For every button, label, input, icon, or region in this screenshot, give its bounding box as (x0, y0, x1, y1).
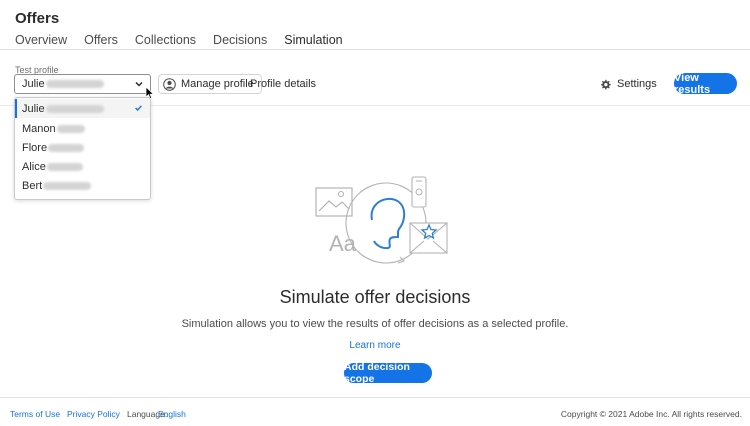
gear-icon (601, 79, 611, 90)
checkmark-icon (135, 105, 142, 111)
profile-dropdown-menu: Julie Manon Flore Alice Bert (14, 97, 151, 200)
redacted-text (45, 80, 104, 89)
menu-item-profile[interactable]: Bert (15, 176, 150, 195)
menu-item-label: Flore (22, 141, 48, 154)
menu-item-profile[interactable]: Alice (15, 157, 150, 176)
redacted-text (48, 143, 85, 152)
learn-more-link[interactable]: Learn more (0, 340, 750, 351)
test-profile-picker[interactable]: Julie (14, 74, 151, 94)
redacted-text (56, 124, 85, 133)
menu-item-profile[interactable]: Julie (15, 99, 150, 118)
chevron-down-icon (135, 81, 143, 87)
footer: Terms of Use Privacy Policy Language: En… (0, 397, 750, 426)
menu-item-label: Alice (22, 160, 46, 173)
app-title: Offers (15, 10, 60, 27)
simulation-illustration: Aa (315, 176, 448, 264)
copyright-text: Copyright © 2021 Adobe Inc. All rights r… (560, 409, 742, 419)
picker-value: Julie (22, 78, 104, 90)
menu-item-profile[interactable]: Flore (15, 138, 150, 157)
redacted-text (43, 181, 92, 190)
privacy-policy-link[interactable]: Privacy Policy (67, 409, 120, 419)
view-results-button[interactable]: View results (674, 72, 737, 96)
empty-state-description: Simulation allows you to view the result… (181, 318, 569, 330)
language-selector[interactable]: English (158, 409, 186, 419)
settings-label: Settings (617, 78, 657, 90)
menu-item-label: Manon (22, 122, 56, 135)
redacted-text (46, 162, 83, 171)
menu-item-label: Bert (22, 179, 43, 192)
settings-button[interactable]: Settings (600, 78, 657, 90)
redacted-text (45, 104, 104, 113)
app-header: Offers Overview Offers Collections Decis… (0, 0, 750, 55)
manage-profile-button[interactable]: Manage profile (158, 74, 262, 94)
picker-value-text: Julie (22, 78, 45, 90)
empty-state-title: Simulate offer decisions (279, 287, 471, 307)
menu-item-profile[interactable]: Manon (15, 119, 150, 138)
user-icon (163, 77, 176, 91)
illustration-text: Aa (329, 231, 357, 256)
add-decision-scope-button[interactable]: Add decision scope (344, 361, 432, 385)
manage-profile-label: Manage profile (181, 78, 254, 90)
menu-item-label: Julie (22, 102, 45, 115)
terms-of-use-link[interactable]: Terms of Use (10, 409, 60, 419)
profile-details-button[interactable]: Profile details (250, 78, 316, 90)
